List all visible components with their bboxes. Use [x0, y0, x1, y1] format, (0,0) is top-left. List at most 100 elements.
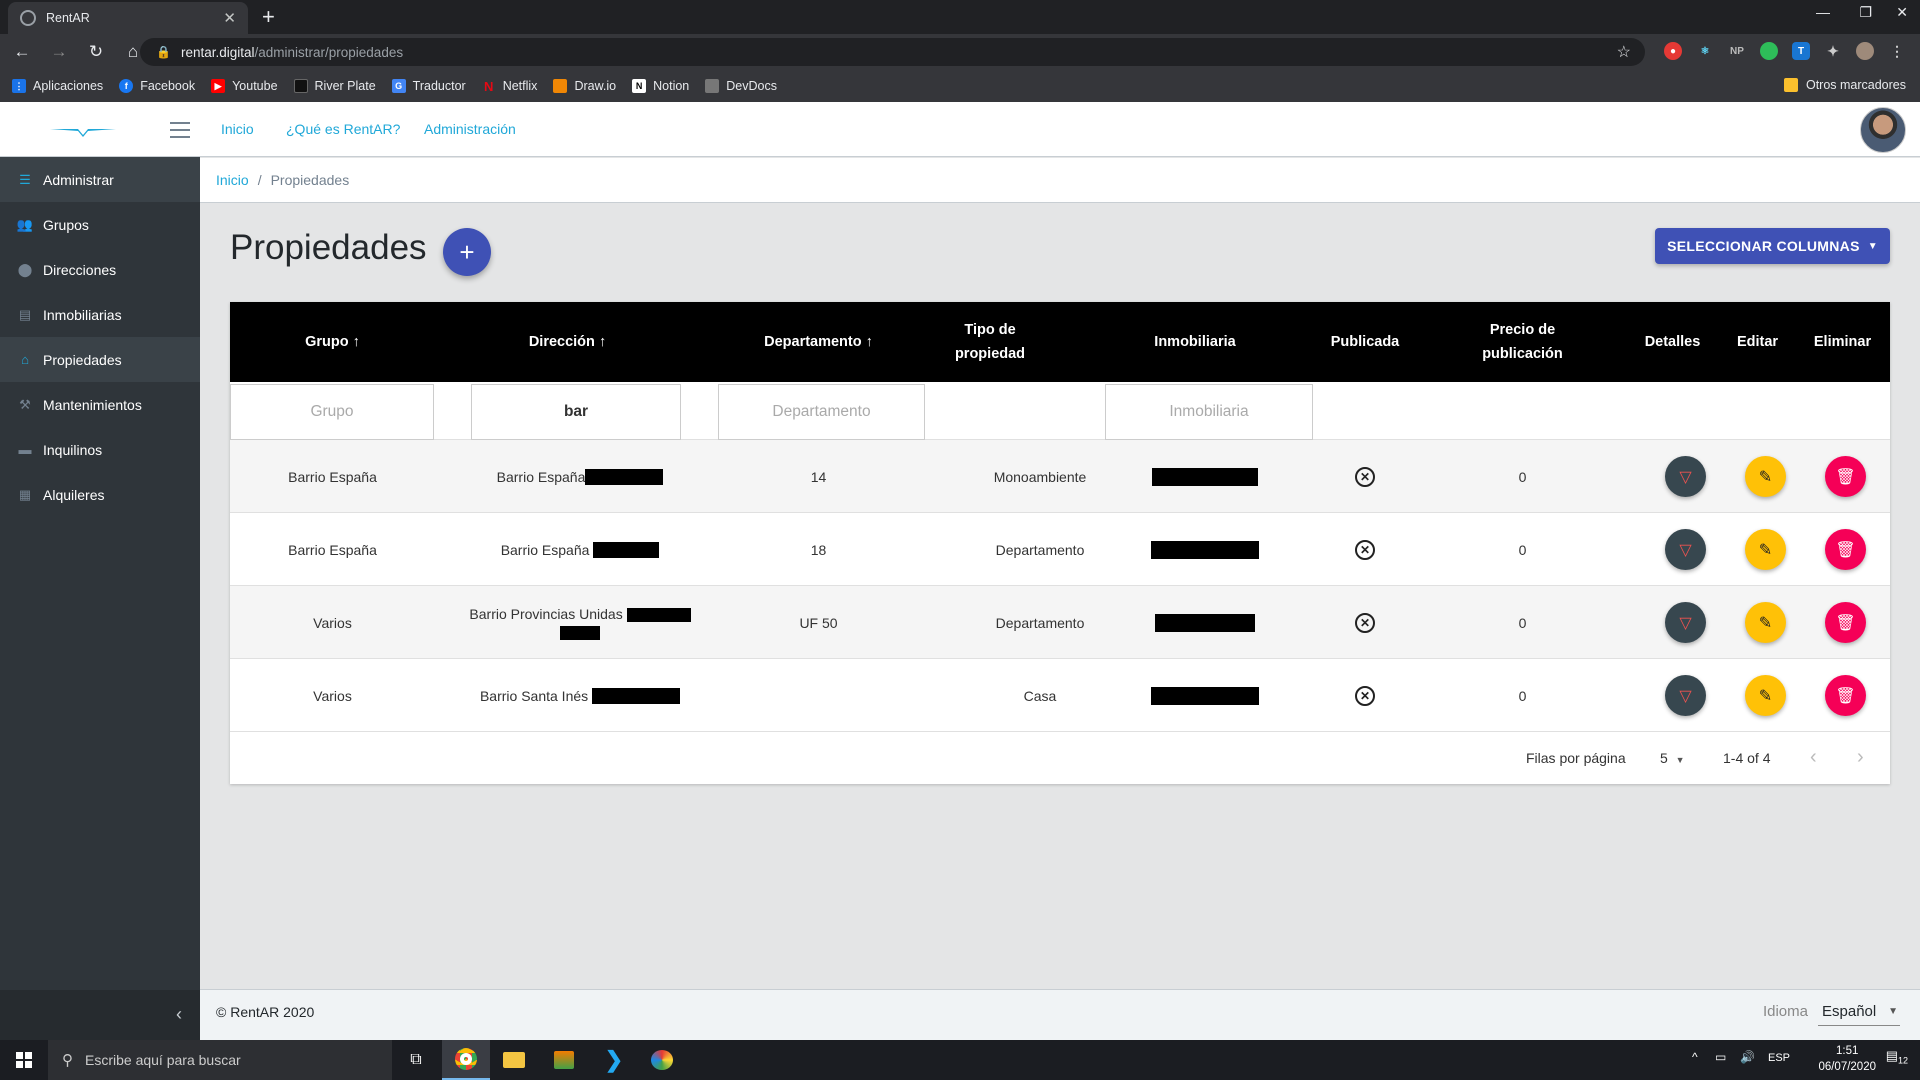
select-columns-button[interactable]: SELECCIONAR COLUMNAS ▼	[1655, 228, 1890, 264]
redacted-block	[1151, 540, 1259, 559]
react-devtools-icon[interactable]: ⚛	[1696, 42, 1714, 60]
extension-green-icon[interactable]	[1760, 42, 1778, 60]
sidebar-item-alquileres[interactable]: ▦ Alquileres	[0, 472, 200, 517]
prev-page-icon[interactable]: ‹	[1810, 746, 1817, 769]
sidebar-item-propiedades[interactable]: ⌂ Propiedades	[0, 337, 200, 382]
address-bar[interactable]: 🔒 rentar.digital/administrar/propiedades…	[140, 38, 1645, 66]
next-page-icon[interactable]: ›	[1857, 746, 1864, 769]
task-view-icon[interactable]: ⧉	[392, 1040, 440, 1080]
chevron-left-icon: ‹	[176, 1004, 182, 1024]
column-header-tipo[interactable]: Tipo de propiedad	[930, 302, 1050, 382]
profile-avatar-icon[interactable]	[1856, 42, 1874, 60]
rows-per-page-select[interactable]: 5 ▼	[1660, 750, 1685, 766]
paint-icon[interactable]	[638, 1040, 686, 1080]
trash-icon: 🗑	[1835, 468, 1856, 486]
column-header-precio[interactable]: Precio de publicación	[1460, 302, 1585, 382]
bed-icon: ▬	[18, 442, 32, 457]
start-button[interactable]	[0, 1040, 48, 1080]
direccion-filter-input[interactable]: bar	[471, 384, 681, 440]
delete-button[interactable]: 🗑	[1825, 529, 1866, 570]
bookmark-star-icon[interactable]: ☆	[1617, 42, 1631, 62]
column-header-direccion[interactable]: Dirección ↑	[470, 302, 665, 382]
chrome-icon[interactable]	[442, 1040, 490, 1080]
new-tab-button[interactable]: +	[262, 4, 275, 30]
sidebar-minimizer[interactable]: ‹	[0, 990, 200, 1040]
volume-icon[interactable]: 🔊	[1740, 1050, 1755, 1064]
sidebar-toggle-icon[interactable]	[170, 122, 190, 138]
details-button[interactable]: ▽	[1665, 602, 1706, 643]
extension-t-icon[interactable]: T	[1792, 42, 1810, 60]
taskbar-search[interactable]: ⚲ Escribe aquí para buscar	[48, 1040, 392, 1080]
close-window-icon[interactable]: ✕	[1896, 4, 1908, 21]
edit-button[interactable]: ✎	[1745, 529, 1786, 570]
sidebar-item-inquilinos[interactable]: ▬ Inquilinos	[0, 427, 200, 472]
details-button[interactable]: ▽	[1665, 675, 1706, 716]
bookmark-netflix[interactable]: N Netflix	[482, 78, 537, 94]
departamento-filter-input[interactable]: Departamento	[718, 384, 925, 440]
extensions-puzzle-icon[interactable]: ✦	[1824, 42, 1842, 60]
tray-chevron-icon[interactable]: ^	[1692, 1050, 1698, 1064]
sidebar-item-direcciones[interactable]: ⬤ Direcciones	[0, 247, 200, 292]
edit-button[interactable]: ✎	[1745, 675, 1786, 716]
table-row: Barrio España Barrio España 14 Monoambie…	[230, 440, 1890, 513]
file-explorer-icon[interactable]	[490, 1040, 538, 1080]
restore-icon[interactable]: ❐	[1859, 4, 1872, 21]
sidebar-item-label: Inmobiliarias	[43, 306, 122, 323]
browser-tab[interactable]: RentAR ✕	[8, 2, 248, 34]
column-header-publicada[interactable]: Publicada	[1310, 302, 1420, 382]
tab-close-icon[interactable]: ✕	[223, 9, 236, 27]
details-button[interactable]: ▽	[1665, 529, 1706, 570]
extension-red-icon[interactable]: ●	[1664, 42, 1682, 60]
bookmark-drawio[interactable]: Draw.io	[553, 79, 616, 93]
windows-logo-icon	[16, 1052, 32, 1068]
rentar-logo[interactable]	[48, 121, 118, 139]
add-property-button[interactable]: +	[443, 228, 491, 276]
bookmark-river-plate[interactable]: River Plate	[293, 79, 376, 93]
minimize-icon[interactable]: —	[1816, 4, 1830, 20]
bookmark-youtube[interactable]: ▶ Youtube	[211, 79, 278, 93]
bookmark-traductor[interactable]: G Traductor	[391, 79, 466, 93]
reload-icon[interactable]: ↻	[81, 42, 111, 62]
delete-button[interactable]: 🗑	[1825, 675, 1866, 716]
pencil-icon: ✎	[1758, 541, 1773, 559]
vscode-icon[interactable]: ❯	[590, 1040, 638, 1080]
bookmark-devdocs[interactable]: DevDocs	[705, 79, 777, 93]
app-stack-icon[interactable]	[540, 1040, 588, 1080]
user-avatar[interactable]	[1860, 107, 1906, 153]
delete-button[interactable]: 🗑	[1825, 602, 1866, 643]
breadcrumb-inicio[interactable]: Inicio	[216, 172, 249, 188]
nav-administracion[interactable]: Administración	[424, 121, 516, 137]
nav-inicio[interactable]: Inicio	[221, 121, 254, 137]
inmobiliaria-filter-input[interactable]: Inmobiliaria	[1105, 384, 1313, 440]
grupo-filter-input[interactable]: Grupo	[230, 384, 434, 440]
forward-icon[interactable]: →	[44, 42, 74, 62]
network-icon[interactable]: ▭	[1715, 1050, 1726, 1064]
sidebar-item-mantenimientos[interactable]: ⚒ Mantenimientos	[0, 382, 200, 427]
back-icon[interactable]: ←	[7, 42, 37, 62]
extension-np-icon[interactable]: NP	[1728, 42, 1746, 60]
bookmark-notion[interactable]: N Notion	[632, 79, 689, 93]
column-header-grupo[interactable]: Grupo ↑	[230, 302, 435, 382]
sidebar-item-inmobiliarias[interactable]: ▤ Inmobiliarias	[0, 292, 200, 337]
netflix-icon: N	[484, 78, 494, 94]
sort-arrow-icon: ↑	[352, 334, 360, 350]
browser-menu-icon[interactable]: ⋮	[1888, 42, 1906, 60]
column-header-departamento[interactable]: Departamento ↑	[715, 302, 922, 382]
column-header-inmobiliaria[interactable]: Inmobiliaria	[1100, 302, 1290, 382]
input-language[interactable]: ESP	[1768, 1052, 1790, 1064]
details-button[interactable]: ▽	[1665, 456, 1706, 497]
sidebar-item-administrar[interactable]: ☰ Administrar	[0, 157, 200, 202]
edit-button[interactable]: ✎	[1745, 602, 1786, 643]
direccion-text: Barrio Santa Inés	[479, 687, 589, 704]
other-bookmarks[interactable]: Otros marcadores	[1783, 78, 1906, 92]
delete-button[interactable]: 🗑	[1825, 456, 1866, 497]
notifications-icon[interactable]: ▤12	[1886, 1048, 1908, 1066]
bookmark-apps[interactable]: ⋮ Aplicaciones	[12, 79, 103, 93]
sidebar-item-grupos[interactable]: 👥 Grupos	[0, 202, 200, 247]
edit-button[interactable]: ✎	[1745, 456, 1786, 497]
cell-grupo: Barrio España	[288, 468, 377, 485]
bookmark-facebook[interactable]: f Facebook	[119, 79, 195, 93]
nav-que-es-rentar[interactable]: ¿Qué es RentAR?	[286, 121, 400, 137]
system-clock[interactable]: 1:51 06/07/2020	[1818, 1043, 1876, 1075]
language-select[interactable]: Español ▼	[1818, 998, 1900, 1026]
